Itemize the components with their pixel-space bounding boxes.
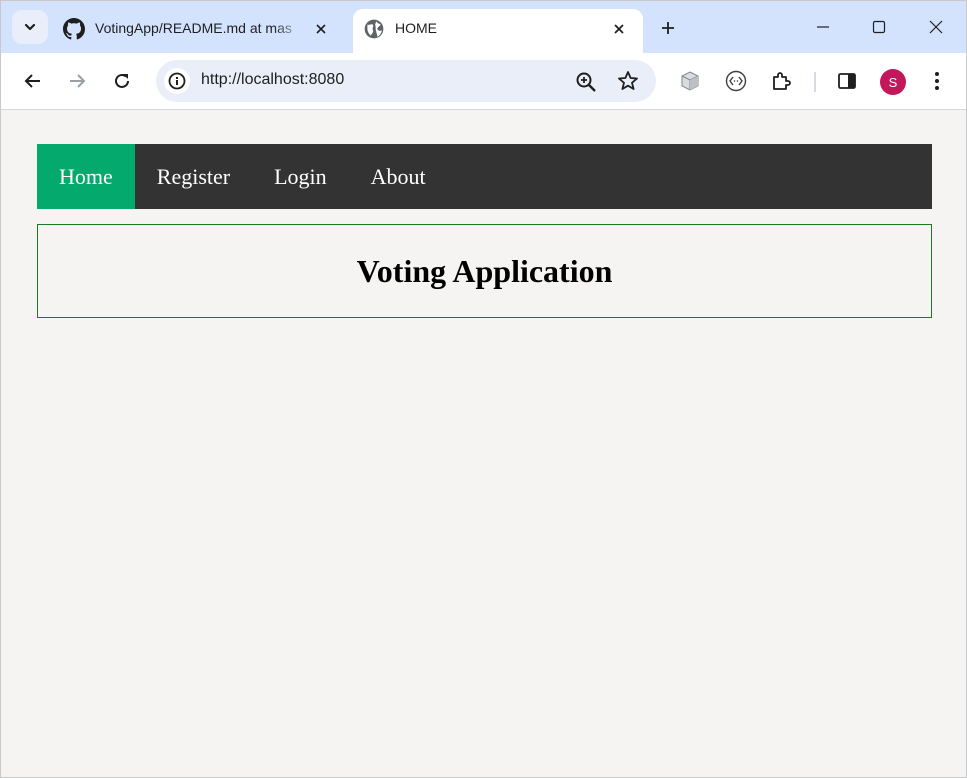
cube-icon xyxy=(681,71,699,91)
code-icon xyxy=(725,70,747,92)
browser-window: VotingApp/README.md at mas HOME http://l… xyxy=(0,0,967,778)
bookmark-star-icon[interactable] xyxy=(616,69,640,93)
profile-avatar[interactable]: S xyxy=(880,69,906,95)
tab-home[interactable]: HOME xyxy=(353,9,643,53)
extensions-button[interactable] xyxy=(767,67,795,95)
close-icon[interactable] xyxy=(311,19,331,39)
tab-readme[interactable]: VotingApp/README.md at mas xyxy=(53,9,345,53)
more-vertical-icon xyxy=(935,72,939,90)
address-bar[interactable]: http://localhost:8080 xyxy=(156,60,656,102)
forward-button[interactable] xyxy=(63,67,91,95)
extension-code-button[interactable] xyxy=(722,67,750,95)
tab-title: VotingApp/README.md at mas xyxy=(95,20,292,36)
side-panel-icon xyxy=(838,73,856,89)
url-text[interactable]: http://localhost:8080 xyxy=(201,71,344,89)
arrow-right-icon xyxy=(70,74,86,88)
chevron-down-icon xyxy=(24,23,36,31)
info-icon xyxy=(168,72,186,90)
page-title: Voting Application xyxy=(356,252,613,289)
arrow-left-icon xyxy=(24,74,40,88)
toolbar-divider xyxy=(814,72,816,92)
close-window-button[interactable] xyxy=(921,13,951,41)
tab-strip: VotingApp/README.md at mas HOME xyxy=(1,1,966,53)
web-page: Home Register Login About Voting Applica… xyxy=(1,111,966,777)
plus-icon xyxy=(662,22,674,34)
nav-item-about[interactable]: About xyxy=(349,144,448,209)
top-nav: Home Register Login About xyxy=(37,144,932,209)
maximize-button[interactable] xyxy=(864,13,894,41)
globe-icon xyxy=(364,19,384,39)
reload-button[interactable] xyxy=(108,67,136,95)
minimize-button[interactable] xyxy=(808,13,838,41)
reload-icon xyxy=(115,73,129,88)
nav-item-login[interactable]: Login xyxy=(252,144,349,209)
nav-item-home[interactable]: Home xyxy=(37,144,135,209)
tab-search-button[interactable] xyxy=(12,10,48,44)
site-info-button[interactable] xyxy=(164,68,190,94)
close-icon[interactable] xyxy=(609,19,629,39)
browser-toolbar: http://localhost:8080 S xyxy=(1,53,966,110)
github-icon xyxy=(63,18,85,40)
nav-item-register[interactable]: Register xyxy=(135,144,252,209)
side-panel-button[interactable] xyxy=(833,67,861,95)
zoom-icon[interactable] xyxy=(574,70,598,94)
menu-button[interactable] xyxy=(923,67,951,95)
tab-title: HOME xyxy=(395,20,437,36)
close-icon xyxy=(929,20,943,34)
page-header: Voting Application xyxy=(37,224,932,318)
new-tab-button[interactable] xyxy=(655,15,681,41)
extension-cube-button[interactable] xyxy=(676,67,704,95)
back-button[interactable] xyxy=(19,67,47,95)
minimize-icon xyxy=(817,26,829,28)
maximize-icon xyxy=(872,20,886,34)
puzzle-icon xyxy=(773,72,791,90)
